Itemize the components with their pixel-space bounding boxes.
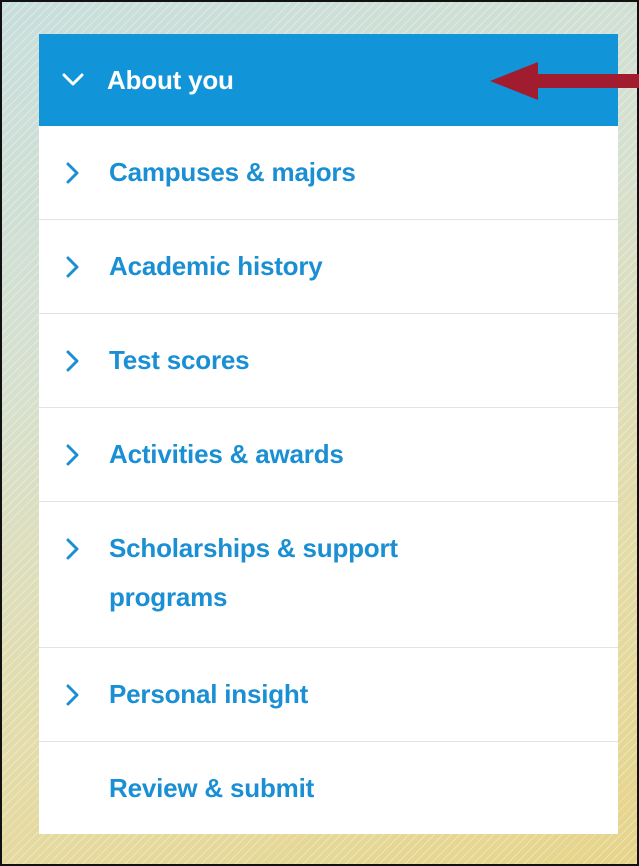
menu-item-label: Review & submit: [109, 773, 315, 803]
menu-item-scholarships-support-programs[interactable]: Scholarships & support programs: [39, 502, 618, 648]
chevron-right-icon: [60, 160, 86, 186]
menu-item-label: Activities & awards: [109, 439, 344, 469]
menu-item-label-line1: Scholarships & support: [109, 533, 398, 563]
menu-item-label: About you: [107, 65, 234, 95]
menu-item-academic-history[interactable]: Academic history: [39, 220, 618, 314]
menu-item-label: Personal insight: [109, 679, 309, 709]
application-nav-menu: About you Campuses & majors Academic his…: [39, 34, 618, 834]
chevron-down-icon: [60, 67, 86, 93]
menu-item-activities-awards[interactable]: Activities & awards: [39, 408, 618, 502]
annotation-arrow-icon: [490, 62, 639, 100]
chevron-right-icon: [60, 682, 86, 708]
menu-item-label-line2: programs: [109, 582, 228, 612]
chevron-right-icon: [60, 442, 86, 468]
chevron-right-icon: [60, 536, 86, 562]
menu-item-label: Test scores: [109, 345, 250, 375]
menu-item-review-submit[interactable]: Review & submit: [39, 742, 618, 834]
menu-item-personal-insight[interactable]: Personal insight: [39, 648, 618, 742]
menu-item-label: Campuses & majors: [109, 157, 356, 187]
chevron-right-icon: [60, 348, 86, 374]
menu-item-test-scores[interactable]: Test scores: [39, 314, 618, 408]
screenshot-frame: About you Campuses & majors Academic his…: [0, 0, 639, 866]
chevron-right-icon: [60, 254, 86, 280]
menu-item-campuses-majors[interactable]: Campuses & majors: [39, 126, 618, 220]
menu-item-label: Academic history: [109, 251, 323, 281]
